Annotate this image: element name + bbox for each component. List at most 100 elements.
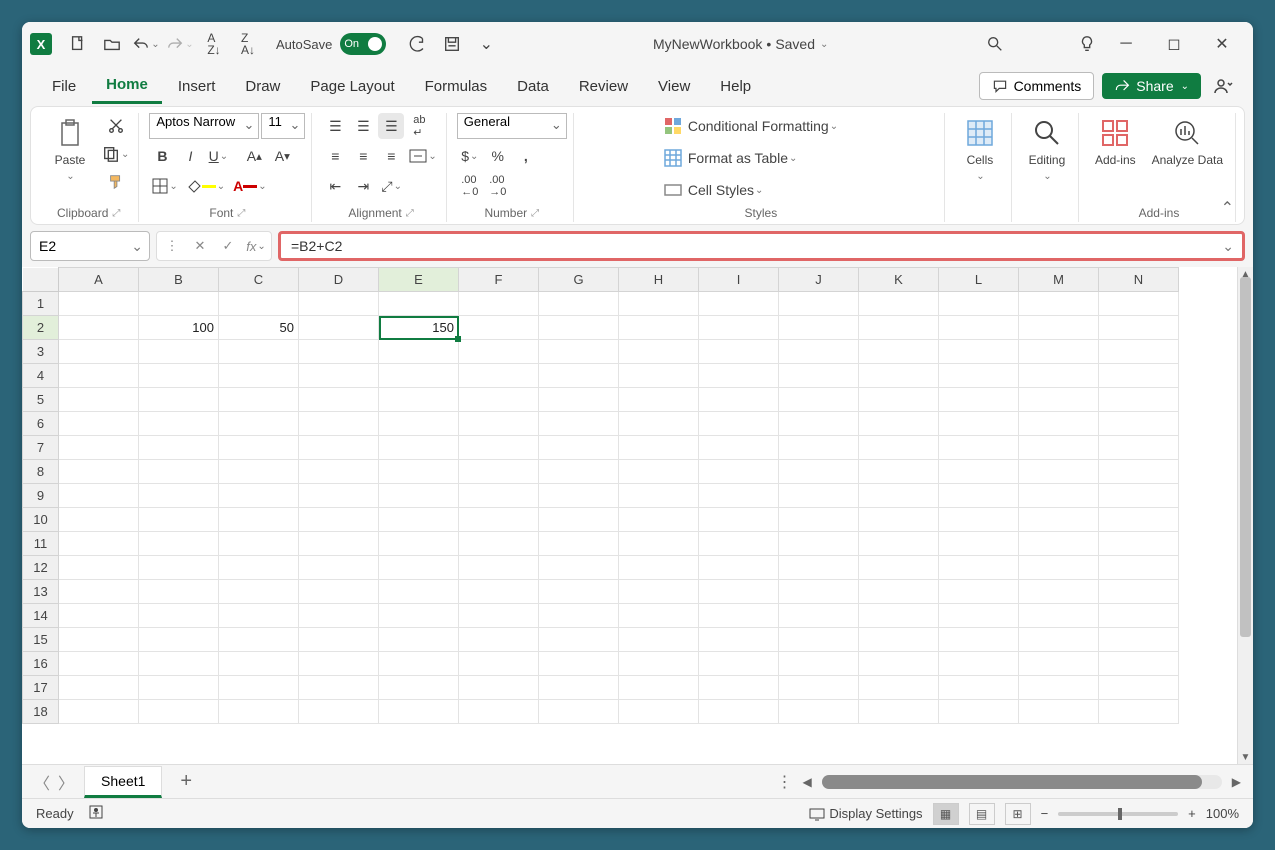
cell-E3[interactable] xyxy=(379,340,459,364)
cell-F10[interactable] xyxy=(459,508,539,532)
cell-H9[interactable] xyxy=(619,484,699,508)
cell-L13[interactable] xyxy=(939,580,1019,604)
cell-F3[interactable] xyxy=(459,340,539,364)
borders-icon[interactable]: ⌄ xyxy=(149,173,180,199)
cell-B17[interactable] xyxy=(139,676,219,700)
cell-I3[interactable] xyxy=(699,340,779,364)
cell-C16[interactable] xyxy=(219,652,299,676)
cell-H16[interactable] xyxy=(619,652,699,676)
cell-I7[interactable] xyxy=(699,436,779,460)
cell-J9[interactable] xyxy=(779,484,859,508)
tab-help[interactable]: Help xyxy=(706,70,765,103)
row-header-12[interactable]: 12 xyxy=(23,556,59,580)
cell-B15[interactable] xyxy=(139,628,219,652)
cell-G5[interactable] xyxy=(539,388,619,412)
cell-H6[interactable] xyxy=(619,412,699,436)
cell-B7[interactable] xyxy=(139,436,219,460)
cell-M13[interactable] xyxy=(1019,580,1099,604)
cell-M14[interactable] xyxy=(1019,604,1099,628)
fill-color-icon[interactable]: ⌄ xyxy=(183,173,228,199)
cell-G8[interactable] xyxy=(539,460,619,484)
cell-J7[interactable] xyxy=(779,436,859,460)
cell-E9[interactable] xyxy=(379,484,459,508)
cell-N1[interactable] xyxy=(1099,292,1179,316)
cell-I14[interactable] xyxy=(699,604,779,628)
cell-M5[interactable] xyxy=(1019,388,1099,412)
cell-J17[interactable] xyxy=(779,676,859,700)
cell-I8[interactable] xyxy=(699,460,779,484)
cells-button[interactable]: Cells⌄ xyxy=(955,113,1005,186)
cell-F15[interactable] xyxy=(459,628,539,652)
worksheet[interactable]: ABCDEFGHIJKLMN12100501503456789101112131… xyxy=(22,267,1237,764)
conditional-formatting-button[interactable]: Conditional Formatting⌄ xyxy=(661,113,861,139)
tab-review[interactable]: Review xyxy=(565,70,642,103)
sort-desc-icon[interactable]: ZA↓ xyxy=(234,30,262,58)
column-header-G[interactable]: G xyxy=(539,268,619,292)
cell-F1[interactable] xyxy=(459,292,539,316)
cell-H12[interactable] xyxy=(619,556,699,580)
cell-N16[interactable] xyxy=(1099,652,1179,676)
cell-H1[interactable] xyxy=(619,292,699,316)
cell-L6[interactable] xyxy=(939,412,1019,436)
cell-L10[interactable] xyxy=(939,508,1019,532)
cell-E13[interactable] xyxy=(379,580,459,604)
cell-J13[interactable] xyxy=(779,580,859,604)
cell-A12[interactable] xyxy=(59,556,139,580)
cell-I17[interactable] xyxy=(699,676,779,700)
cell-J3[interactable] xyxy=(779,340,859,364)
people-icon[interactable] xyxy=(1209,72,1237,100)
cell-K6[interactable] xyxy=(859,412,939,436)
tab-page-layout[interactable]: Page Layout xyxy=(296,70,408,103)
format-as-table-button[interactable]: Format as Table⌄ xyxy=(661,145,861,171)
vertical-scrollbar[interactable]: ▲ ▼ xyxy=(1237,267,1253,764)
next-sheet-icon[interactable]: 〉 xyxy=(58,770,74,794)
cell-K13[interactable] xyxy=(859,580,939,604)
view-normal-icon[interactable]: ▦ xyxy=(933,803,959,825)
cell-G12[interactable] xyxy=(539,556,619,580)
cell-G4[interactable] xyxy=(539,364,619,388)
column-header-L[interactable]: L xyxy=(939,268,1019,292)
cell-C12[interactable] xyxy=(219,556,299,580)
cell-A16[interactable] xyxy=(59,652,139,676)
decrease-decimal-icon[interactable]: .00→0 xyxy=(485,173,511,199)
cell-M2[interactable] xyxy=(1019,316,1099,340)
tab-formulas[interactable]: Formulas xyxy=(411,70,502,103)
percent-icon[interactable]: % xyxy=(485,143,511,169)
addins-button[interactable]: Add-ins xyxy=(1089,113,1142,171)
cell-E15[interactable] xyxy=(379,628,459,652)
currency-icon[interactable]: $⌄ xyxy=(457,143,483,169)
cell-N2[interactable] xyxy=(1099,316,1179,340)
align-center-icon[interactable]: ≡ xyxy=(350,143,376,169)
cell-N7[interactable] xyxy=(1099,436,1179,460)
align-right-icon[interactable]: ≡ xyxy=(378,143,404,169)
zoom-level[interactable]: 100% xyxy=(1206,806,1239,821)
cell-J4[interactable] xyxy=(779,364,859,388)
column-header-D[interactable]: D xyxy=(299,268,379,292)
cell-N13[interactable] xyxy=(1099,580,1179,604)
increase-decimal-icon[interactable]: .00←0 xyxy=(457,173,483,199)
cell-N17[interactable] xyxy=(1099,676,1179,700)
cell-B16[interactable] xyxy=(139,652,219,676)
orientation-icon[interactable]: ⤢⌄ xyxy=(378,173,405,199)
cell-C3[interactable] xyxy=(219,340,299,364)
bold-button[interactable]: B xyxy=(149,143,175,169)
cell-J8[interactable] xyxy=(779,460,859,484)
cell-D4[interactable] xyxy=(299,364,379,388)
cell-D14[interactable] xyxy=(299,604,379,628)
merge-center-icon[interactable]: ⌄ xyxy=(406,143,439,169)
close-button[interactable]: ✕ xyxy=(1199,28,1245,60)
cell-G15[interactable] xyxy=(539,628,619,652)
fx-icon[interactable]: fx⌄ xyxy=(243,234,269,258)
minimize-button[interactable]: ─ xyxy=(1103,28,1149,60)
cell-C5[interactable] xyxy=(219,388,299,412)
cell-K8[interactable] xyxy=(859,460,939,484)
tab-draw[interactable]: Draw xyxy=(231,70,294,103)
cell-E2[interactable]: 150 xyxy=(379,316,459,340)
cell-K5[interactable] xyxy=(859,388,939,412)
cell-B6[interactable] xyxy=(139,412,219,436)
cell-F14[interactable] xyxy=(459,604,539,628)
row-header-13[interactable]: 13 xyxy=(23,580,59,604)
cell-M12[interactable] xyxy=(1019,556,1099,580)
cell-L14[interactable] xyxy=(939,604,1019,628)
column-header-J[interactable]: J xyxy=(779,268,859,292)
